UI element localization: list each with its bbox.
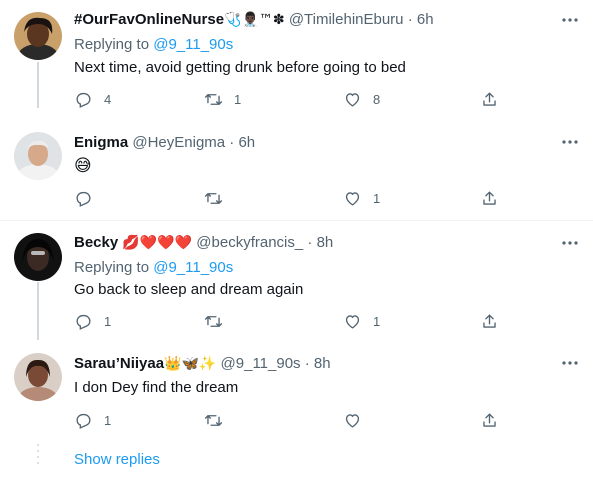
- tweet-actions: 1: [64, 184, 584, 212]
- heart-icon: [345, 413, 360, 428]
- replying-to-label: Replying to: [74, 36, 150, 53]
- tweet[interactable]: #OurFavOnlineNurse🩺👨🏿‍⚕️™✽ @TimilehinEbu…: [0, 0, 593, 120]
- replying-to-mention[interactable]: @9_11_90s: [153, 36, 233, 53]
- share-icon: [483, 412, 496, 427]
- like-count: 1: [373, 190, 381, 206]
- share-button[interactable]: [480, 184, 499, 212]
- display-name[interactable]: Enigma: [74, 134, 128, 151]
- more-icon[interactable]: [560, 10, 580, 30]
- tweet[interactable]: Enigma @HeyEnigma · 6h 😅 1: [0, 120, 593, 220]
- avatar[interactable]: [14, 12, 62, 60]
- tweet-actions: 1: [64, 406, 584, 434]
- retweet-button[interactable]: [204, 307, 234, 335]
- timestamp[interactable]: 8h: [314, 355, 331, 372]
- more-icon[interactable]: [560, 233, 580, 253]
- user-handle[interactable]: @TimilehinEburu: [289, 11, 404, 28]
- reply-icon: [76, 191, 91, 207]
- avatar[interactable]: [14, 353, 62, 401]
- like-count: 1: [373, 313, 381, 329]
- user-handle[interactable]: @beckyfrancis_: [196, 234, 303, 251]
- heart-icon: [345, 92, 360, 107]
- name-emojis: 🩺👨🏿‍⚕️™✽: [224, 12, 285, 28]
- tweet-header: Becky 💋❤️❤️❤️ @beckyfrancis_ · 8h: [74, 233, 333, 253]
- tweet[interactable]: Sarau’Niiyaa👑🦋✨ @9_11_90s · 8h I don Dey…: [0, 341, 593, 441]
- more-icon[interactable]: [560, 132, 580, 152]
- reply-icon: [76, 92, 91, 108]
- reply-count: 1: [104, 412, 112, 428]
- retweet-icon: [204, 315, 223, 327]
- tweet-text: 😅: [74, 156, 92, 176]
- separator-dot: ·: [407, 11, 413, 28]
- like-button[interactable]: [343, 406, 373, 434]
- retweet-icon: [204, 414, 223, 426]
- timestamp[interactable]: 6h: [417, 11, 434, 28]
- share-icon: [483, 313, 496, 328]
- retweet-button[interactable]: 1: [204, 85, 241, 113]
- display-name[interactable]: #OurFavOnlineNurse: [74, 11, 224, 28]
- retweet-count: 1: [234, 91, 242, 107]
- share-button[interactable]: [480, 406, 499, 434]
- avatar[interactable]: [14, 233, 62, 281]
- share-icon: [483, 190, 496, 205]
- like-count: 8: [373, 91, 381, 107]
- like-button[interactable]: 1: [343, 307, 380, 335]
- replying-to-mention[interactable]: @9_11_90s: [153, 259, 233, 276]
- tweet-header: #OurFavOnlineNurse🩺👨🏿‍⚕️™✽ @TimilehinEbu…: [74, 10, 434, 30]
- like-button[interactable]: 8: [343, 85, 380, 113]
- tweet-header: Enigma @HeyEnigma · 6h: [74, 133, 255, 153]
- replying-to: Replying to @9_11_90s: [74, 258, 233, 278]
- timestamp[interactable]: 8h: [317, 234, 334, 251]
- reply-count: 1: [104, 313, 112, 329]
- tweet[interactable]: Becky 💋❤️❤️❤️ @beckyfrancis_ · 8h Replyi…: [0, 221, 593, 341]
- thread-dots: [37, 444, 39, 468]
- reply-count: 4: [104, 91, 112, 107]
- replying-to-label: Replying to: [74, 259, 150, 276]
- tweet-text: Go back to sleep and dream again: [74, 281, 304, 298]
- tweet-actions: 1 1: [64, 307, 584, 335]
- reply-button[interactable]: 1: [74, 307, 111, 335]
- reply-icon: [76, 314, 91, 330]
- replying-to: Replying to @9_11_90s: [74, 35, 233, 55]
- share-icon: [483, 91, 496, 106]
- retweet-icon: [204, 192, 223, 204]
- separator-dot: ·: [307, 234, 313, 251]
- separator-dot: ·: [229, 134, 235, 151]
- reply-button[interactable]: 1: [74, 406, 111, 434]
- timestamp[interactable]: 6h: [238, 134, 255, 151]
- name-emojis: 💋❤️❤️❤️: [122, 235, 193, 251]
- reply-button[interactable]: [74, 184, 104, 212]
- more-icon[interactable]: [560, 353, 580, 373]
- avatar[interactable]: [14, 132, 62, 180]
- display-name[interactable]: Sarau’Niiyaa: [74, 355, 164, 372]
- separator-dot: ·: [304, 355, 310, 372]
- tweet-actions: 4 1 8: [64, 85, 584, 113]
- tweet-header: Sarau’Niiyaa👑🦋✨ @9_11_90s · 8h: [74, 354, 331, 374]
- heart-icon: [345, 314, 360, 329]
- retweet-button[interactable]: [204, 184, 234, 212]
- user-handle[interactable]: @HeyEnigma: [132, 134, 225, 151]
- share-button[interactable]: [480, 307, 499, 335]
- retweet-icon: [204, 93, 223, 105]
- reply-button[interactable]: 4: [74, 85, 111, 113]
- tweet-text: Next time, avoid getting drunk before go…: [74, 59, 406, 76]
- retweet-button[interactable]: [204, 406, 234, 434]
- display-name[interactable]: Becky: [74, 234, 118, 251]
- reply-icon: [76, 413, 91, 429]
- show-replies-link[interactable]: Show replies: [74, 450, 160, 470]
- name-emojis: 👑🦋✨: [164, 356, 217, 372]
- heart-icon: [345, 191, 360, 206]
- user-handle[interactable]: @9_11_90s: [221, 355, 301, 372]
- share-button[interactable]: [480, 85, 499, 113]
- tweet-text: I don Dey find the dream: [74, 379, 239, 396]
- like-button[interactable]: 1: [343, 184, 380, 212]
